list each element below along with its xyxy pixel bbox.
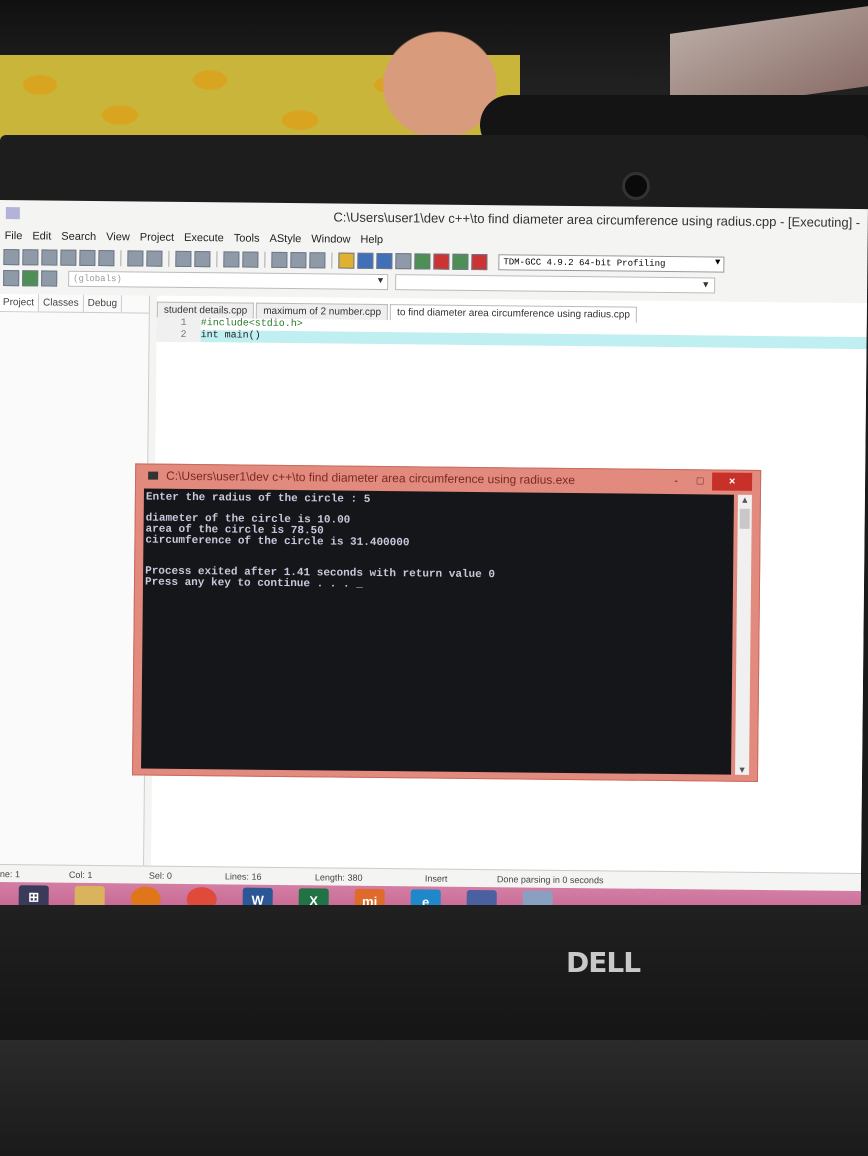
toggle-comment-icon[interactable]: [41, 270, 58, 287]
toolbar-separator: [264, 251, 266, 268]
status-length-label: Length:: [314, 872, 346, 883]
webcam: [622, 172, 650, 200]
tab-debug[interactable]: Debug: [83, 294, 123, 313]
toolbar-separator: [120, 250, 122, 267]
status-sel-value: 0: [166, 870, 173, 881]
menu-file[interactable]: File: [0, 230, 27, 242]
workarea: Project Classes Debug student details.cp…: [0, 293, 867, 874]
menu-execute[interactable]: Execute: [179, 232, 229, 245]
rebuild-icon[interactable]: [395, 253, 412, 270]
toolbar-separator: [168, 250, 170, 267]
goto-icon[interactable]: [271, 251, 288, 269]
file-tab-student-details[interactable]: student details.cpp: [156, 301, 255, 319]
new-project-icon[interactable]: [223, 251, 240, 268]
menu-edit[interactable]: Edit: [27, 230, 56, 242]
menu-help[interactable]: Help: [355, 234, 388, 246]
redo-icon[interactable]: [146, 250, 163, 267]
status-col-value: 1: [87, 869, 93, 881]
scope-select-value: (globals): [73, 273, 122, 285]
menu-project[interactable]: Project: [135, 231, 179, 243]
left-panel-tabs: Project Classes Debug: [0, 293, 150, 314]
bookmark-icon[interactable]: [290, 252, 307, 269]
chevron-down-icon: ▼: [714, 257, 721, 268]
debug-icon[interactable]: [309, 252, 326, 269]
menu-search[interactable]: Search: [56, 231, 101, 243]
console-app-icon: [148, 471, 159, 480]
status-line: Line: 1: [0, 869, 69, 880]
console-output[interactable]: Enter the radius of the circle : 5 diame…: [141, 488, 734, 775]
toolbar-separator: [331, 252, 333, 269]
compile-icon[interactable]: [338, 252, 355, 269]
photo-background: [0, 0, 868, 150]
window-title: C:\Users\user1\dev c++\to find diameter …: [333, 208, 861, 230]
console-title: C:\Users\user1\dev c++\to find diameter …: [166, 468, 576, 488]
delete-profile-icon[interactable]: [471, 253, 488, 271]
close-file-icon[interactable]: [79, 249, 96, 267]
status-sel-label: Sel:: [148, 870, 165, 881]
status-message: Done parsing in 0 seconds: [496, 874, 604, 886]
menu-window[interactable]: Window: [306, 233, 355, 246]
project-browser-panel: Project Classes Debug: [0, 293, 151, 866]
menu-view[interactable]: View: [101, 231, 135, 243]
status-line-value: 1: [14, 869, 21, 880]
dell-logo: DELL: [566, 946, 641, 979]
maximize-button[interactable]: □: [688, 475, 712, 487]
tab-project[interactable]: Project: [0, 293, 40, 312]
status-line-label: Line:: [0, 868, 13, 880]
insert-icon[interactable]: [242, 251, 259, 268]
status-lines-value: 16: [251, 871, 262, 882]
console-scrollbar[interactable]: ▲ ▼: [735, 494, 752, 775]
status-sel: Sel: 0: [149, 871, 225, 882]
print-icon[interactable]: [98, 250, 115, 267]
compile-run-icon[interactable]: [376, 252, 393, 270]
line-number: 1: [156, 317, 201, 331]
compiler-select-value: TDM-GCC 4.9.2 64-bit Profiling: [503, 257, 666, 269]
scope-select[interactable]: (globals) ▼: [68, 270, 389, 291]
unindent-icon[interactable]: [22, 270, 39, 287]
status-mode: Insert: [424, 873, 448, 884]
menu-tools[interactable]: Tools: [229, 232, 265, 244]
scroll-up-icon[interactable]: ▲: [738, 495, 752, 505]
devcpp-app-icon: [5, 207, 20, 220]
laptop-top-bezel: [0, 135, 868, 210]
status-col-label: Col:: [68, 869, 86, 880]
undo-icon[interactable]: [127, 250, 144, 267]
status-col: Col: 1: [69, 870, 149, 881]
chevron-down-icon: ▼: [701, 279, 711, 290]
compiler-select[interactable]: TDM-GCC 4.9.2 64-bit Profiling ▼: [498, 254, 725, 273]
code-text: #include<stdio.h>: [200, 318, 303, 331]
run-icon[interactable]: [357, 252, 374, 269]
scroll-down-icon[interactable]: ▼: [735, 765, 749, 775]
line-number: 2: [156, 329, 201, 343]
scroll-thumb[interactable]: [739, 508, 750, 529]
toolbar-separator: [216, 251, 218, 268]
check-syntax-icon[interactable]: [414, 253, 431, 270]
status-length: Length: 380: [315, 872, 425, 883]
laptop-hinge: [0, 1040, 868, 1156]
new-file-icon[interactable]: [3, 249, 20, 266]
file-tab-diameter-area-circumference[interactable]: to find diameter area circumference usin…: [389, 304, 638, 323]
save-all-icon[interactable]: [60, 249, 77, 266]
profile-chart-icon[interactable]: [452, 253, 469, 270]
save-icon[interactable]: [41, 249, 58, 266]
stop-execution-icon[interactable]: [433, 253, 450, 270]
console-window[interactable]: C:\Users\user1\dev c++\to find diameter …: [131, 463, 762, 782]
tab-classes[interactable]: Classes: [38, 294, 84, 312]
close-button[interactable]: ×: [711, 472, 753, 491]
laptop-screen: C:\Users\user1\dev c++\to find diameter …: [0, 200, 868, 922]
symbol-select[interactable]: ▼: [395, 274, 716, 294]
status-lines: Lines: 16: [225, 871, 315, 882]
minimize-button[interactable]: -: [664, 475, 688, 487]
open-file-icon[interactable]: [22, 249, 39, 266]
replace-icon[interactable]: [194, 251, 211, 268]
file-tab-maximum-of-2-number[interactable]: maximum of 2 number.cpp: [256, 302, 389, 321]
chevron-down-icon: ▼: [377, 275, 384, 287]
status-length-value: 380: [347, 872, 363, 883]
status-lines-label: Lines:: [224, 871, 250, 882]
find-icon[interactable]: [175, 250, 192, 268]
menu-astyle[interactable]: AStyle: [264, 233, 306, 245]
indent-icon[interactable]: [3, 270, 20, 287]
code-text: int main(): [200, 330, 261, 342]
